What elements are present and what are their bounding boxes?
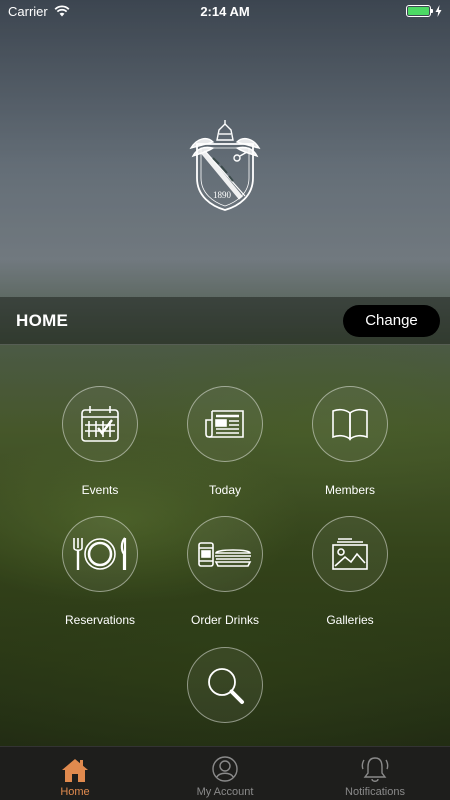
home-header: HOME Change — [0, 297, 450, 345]
search-tile[interactable] — [162, 647, 288, 723]
carrier-label: Carrier — [8, 3, 48, 19]
members-label: Members — [324, 483, 375, 497]
tab-notifications-label: Notifications — [345, 786, 405, 798]
account-icon — [212, 756, 238, 782]
reservations-tile[interactable]: Reservations — [37, 516, 163, 627]
order-drinks-label: Order Drinks — [190, 613, 259, 627]
crest-year: 1890 — [213, 190, 232, 200]
members-tile[interactable]: Members — [287, 386, 413, 497]
calendar-icon — [81, 406, 119, 442]
order-drinks-circle[interactable] — [187, 516, 263, 592]
bell-icon — [361, 757, 389, 782]
tab-home[interactable]: Home — [0, 747, 150, 800]
wifi-icon — [54, 5, 70, 17]
events-circle[interactable] — [62, 386, 138, 462]
order-drinks-tile[interactable]: Order Drinks — [162, 516, 288, 627]
charging-icon — [435, 5, 442, 17]
page-title: HOME — [16, 310, 69, 330]
change-button[interactable]: Change — [343, 304, 440, 337]
tab-bar: Home My Account Notifications — [0, 746, 450, 800]
reservations-label: Reservations — [64, 613, 136, 627]
members-circle[interactable] — [312, 386, 388, 462]
tab-notifications[interactable]: Notifications — [300, 747, 450, 800]
reservations-circle[interactable] — [62, 516, 138, 592]
home-icon — [62, 759, 88, 782]
search-circle[interactable] — [187, 647, 263, 723]
newspaper-icon — [205, 410, 244, 438]
galleries-circle[interactable] — [312, 516, 388, 592]
tab-my-account[interactable]: My Account — [150, 747, 300, 800]
events-label: Events — [81, 483, 119, 497]
events-tile[interactable]: Events — [37, 386, 163, 497]
galleries-tile[interactable]: Galleries — [287, 516, 413, 627]
club-crest-logo: 1890 — [189, 120, 261, 211]
drinks-food-icon — [198, 542, 252, 567]
tab-my-account-label: My Account — [196, 786, 254, 798]
today-circle[interactable] — [187, 386, 263, 462]
battery-icon — [406, 5, 433, 17]
today-tile[interactable]: Today — [162, 386, 288, 497]
book-icon — [332, 408, 368, 441]
tab-home-label: Home — [60, 786, 90, 798]
galleries-label: Galleries — [326, 613, 374, 627]
today-label: Today — [208, 483, 242, 497]
search-icon — [208, 668, 244, 704]
status-bar: Carrier 2:14 AM — [0, 0, 450, 22]
plate-cutlery-icon — [73, 537, 127, 570]
gallery-icon — [332, 538, 368, 570]
